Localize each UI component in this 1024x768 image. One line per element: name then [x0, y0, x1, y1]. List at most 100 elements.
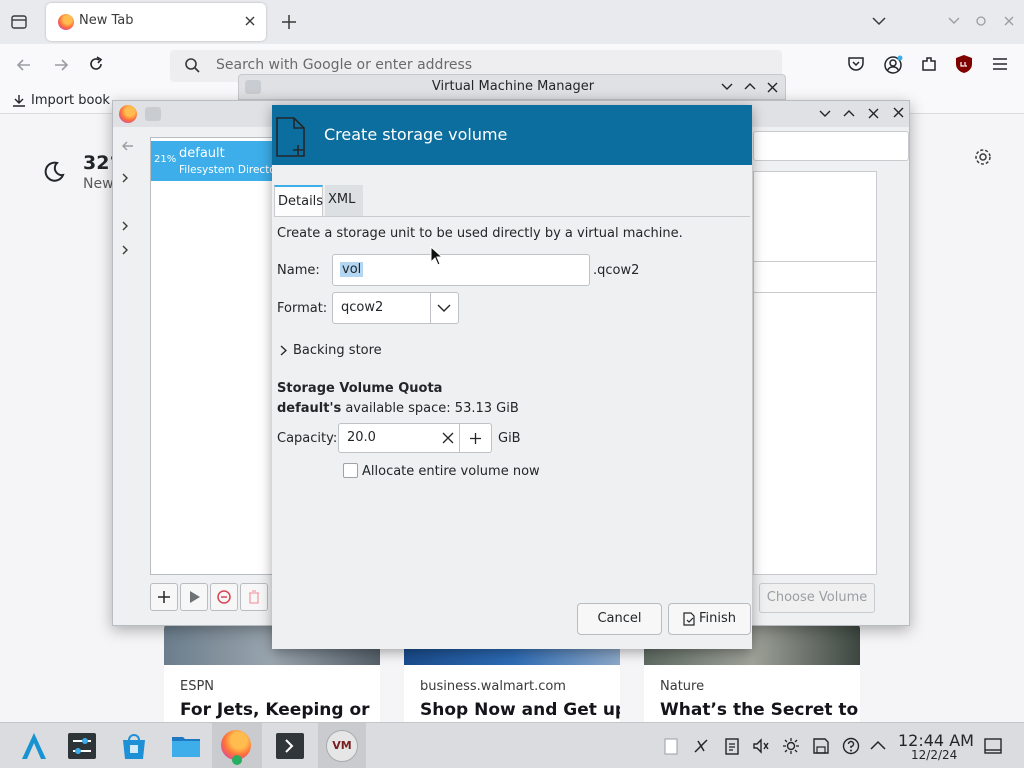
backing-store-expander[interactable]: Backing store	[280, 343, 382, 358]
extensions-icon[interactable]	[920, 55, 938, 73]
clipboard-icon[interactable]	[662, 737, 680, 755]
brightness-icon[interactable]	[782, 737, 800, 755]
tab-title: New Tab	[79, 13, 134, 28]
quota-heading: Storage Volume Quota	[277, 381, 443, 396]
pocket-icon[interactable]	[847, 55, 865, 73]
file-manager-icon[interactable]	[170, 730, 202, 762]
available-space-text: default's available space: 53.13 GiB	[277, 401, 519, 416]
clock-date[interactable]: 12/2/24	[911, 748, 957, 762]
firefox-favicon-icon	[58, 14, 74, 30]
notes-icon[interactable]	[723, 737, 741, 755]
close-tab-icon[interactable]	[244, 15, 256, 27]
taskbar: VM 12:44 AM 12/2/24	[0, 722, 1024, 768]
app-launcher-icon[interactable]	[18, 730, 50, 762]
volume-muted-icon[interactable]	[752, 737, 770, 755]
show-desktop-icon[interactable]	[984, 738, 1002, 754]
dialog-title: Create storage volume	[324, 125, 508, 144]
chevron-right-icon	[280, 345, 287, 356]
document-save-icon	[683, 612, 695, 626]
pool-row-default[interactable]: 21% default Filesystem Directory	[151, 141, 286, 181]
import-bookmarks-button[interactable]: Import book	[12, 90, 110, 110]
list-all-tabs-icon[interactable]	[872, 16, 886, 26]
minimize-icon[interactable]	[819, 110, 831, 118]
create-storage-volume-dialog: Create storage volume Details XML Create…	[272, 105, 752, 649]
increment-icon[interactable]	[469, 432, 482, 445]
finish-button[interactable]: Finish	[668, 603, 751, 635]
maximize-icon[interactable]	[843, 109, 855, 117]
system-settings-icon[interactable]	[66, 730, 98, 762]
capacity-label: Capacity:	[277, 431, 338, 446]
format-select[interactable]: qcow2	[332, 292, 459, 324]
cancel-button[interactable]: Cancel	[577, 603, 662, 635]
maximize-icon[interactable]	[976, 16, 986, 26]
format-label: Format:	[277, 301, 328, 316]
allocate-checkbox[interactable]	[343, 463, 358, 478]
firefox-tab-bar: New Tab	[0, 0, 1024, 44]
virt-manager-task[interactable]: VM	[318, 723, 366, 768]
clear-icon[interactable]	[442, 432, 454, 444]
spin-divider	[459, 424, 460, 452]
storage-pool-list: 21% default Filesystem Directory	[150, 137, 286, 575]
close-icon[interactable]	[893, 107, 904, 118]
terminal-icon[interactable]	[274, 730, 306, 762]
help-icon[interactable]	[842, 737, 860, 755]
back-arrow-icon[interactable]	[15, 56, 33, 74]
back-arrow-icon[interactable]	[121, 139, 135, 153]
delete-pool-button[interactable]	[240, 583, 268, 611]
minimize-icon[interactable]	[721, 83, 733, 91]
new-tab-icon[interactable]	[281, 14, 297, 30]
close-icon[interactable]	[868, 108, 879, 119]
tab-xml[interactable]: XML	[325, 185, 363, 216]
chevron-right-icon[interactable]	[121, 221, 129, 231]
save-icon[interactable]	[812, 737, 830, 755]
tab-list-icon[interactable]	[10, 13, 28, 31]
backing-store-label: Backing store	[293, 343, 382, 358]
settings-gear-icon[interactable]	[973, 147, 993, 167]
search-icon	[184, 57, 201, 74]
weather-icon	[42, 160, 66, 184]
virtual-machine-manager-window: Virtual Machine Manager	[238, 74, 786, 100]
forward-arrow-icon[interactable]	[52, 56, 70, 74]
firefox-task[interactable]	[212, 723, 262, 768]
kde-connect-icon[interactable]	[692, 737, 710, 755]
close-icon[interactable]	[767, 82, 778, 93]
ublock-origin-icon[interactable]	[955, 54, 973, 74]
combo-divider	[430, 293, 431, 323]
news-source: business.walmart.com	[420, 679, 566, 694]
name-input[interactable]: vol	[332, 254, 590, 286]
hamburger-menu-icon[interactable]	[991, 56, 1009, 72]
vmm-window-title: Virtual Machine Manager	[431, 79, 595, 94]
finish-label: Finish	[698, 611, 736, 626]
allocate-label: Allocate entire volume now	[362, 464, 540, 479]
available-space-value: available space: 53.13 GiB	[345, 401, 519, 416]
capacity-spinbox[interactable]: 20.0	[338, 423, 492, 453]
new-file-icon	[276, 117, 310, 157]
tab-divider	[274, 216, 750, 217]
close-window-icon[interactable]	[1004, 16, 1014, 26]
pool-usage: 21%	[154, 154, 177, 165]
start-pool-button[interactable]	[180, 583, 208, 611]
pool-type: Filesystem Directory	[179, 164, 287, 176]
discover-store-icon[interactable]	[118, 730, 150, 762]
chevron-down-icon	[437, 304, 451, 313]
news-headline: Shop Now and Get up	[420, 700, 620, 720]
import-icon	[13, 95, 25, 107]
maximize-icon[interactable]	[744, 82, 756, 90]
format-value: qcow2	[341, 300, 384, 315]
reload-icon[interactable]	[87, 55, 105, 73]
minimize-icon[interactable]	[948, 17, 960, 25]
chevron-right-icon[interactable]	[121, 173, 129, 183]
account-icon[interactable]	[883, 55, 903, 75]
add-pool-button[interactable]	[150, 583, 178, 611]
pool-owner-name: default's	[277, 401, 342, 416]
tab-details[interactable]: Details	[274, 185, 323, 216]
stop-pool-button[interactable]	[210, 583, 238, 611]
news-headline: What’s the Secret to	[660, 700, 859, 720]
capacity-unit: GiB	[498, 431, 521, 446]
choose-volume-button[interactable]: Choose Volume	[759, 583, 875, 613]
browser-tab[interactable]: New Tab	[46, 3, 266, 41]
pool-details-panel	[753, 131, 909, 161]
tray-expand-icon[interactable]	[870, 740, 886, 750]
chevron-right-icon[interactable]	[121, 245, 129, 255]
volume-list-header	[753, 261, 877, 293]
